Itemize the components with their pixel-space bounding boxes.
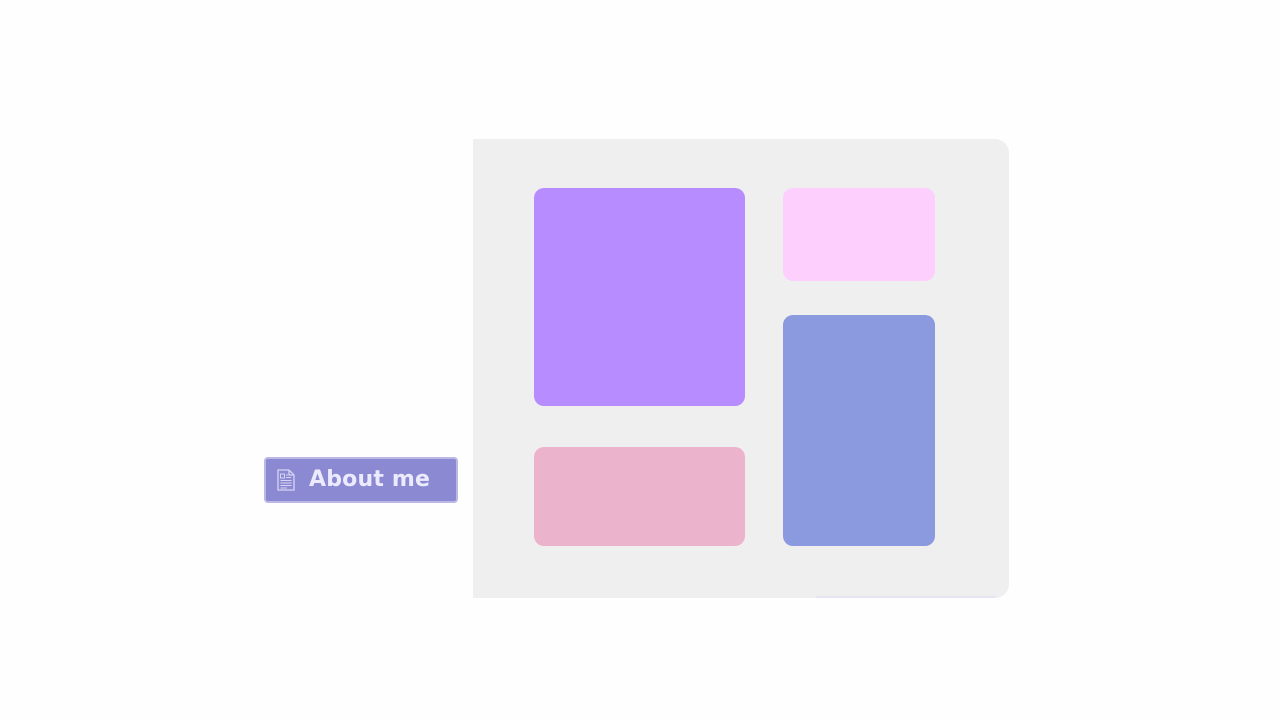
rose-tile[interactable] — [534, 447, 745, 546]
document-icon — [276, 468, 296, 492]
about-me-label: About me — [309, 467, 431, 492]
purple-tile[interactable] — [534, 188, 745, 406]
blue-tile[interactable] — [783, 315, 935, 546]
pink-tile[interactable] — [783, 188, 935, 281]
about-me-button[interactable]: About me — [264, 457, 458, 503]
panel-divider — [816, 596, 996, 598]
page: About me — [0, 0, 1280, 720]
